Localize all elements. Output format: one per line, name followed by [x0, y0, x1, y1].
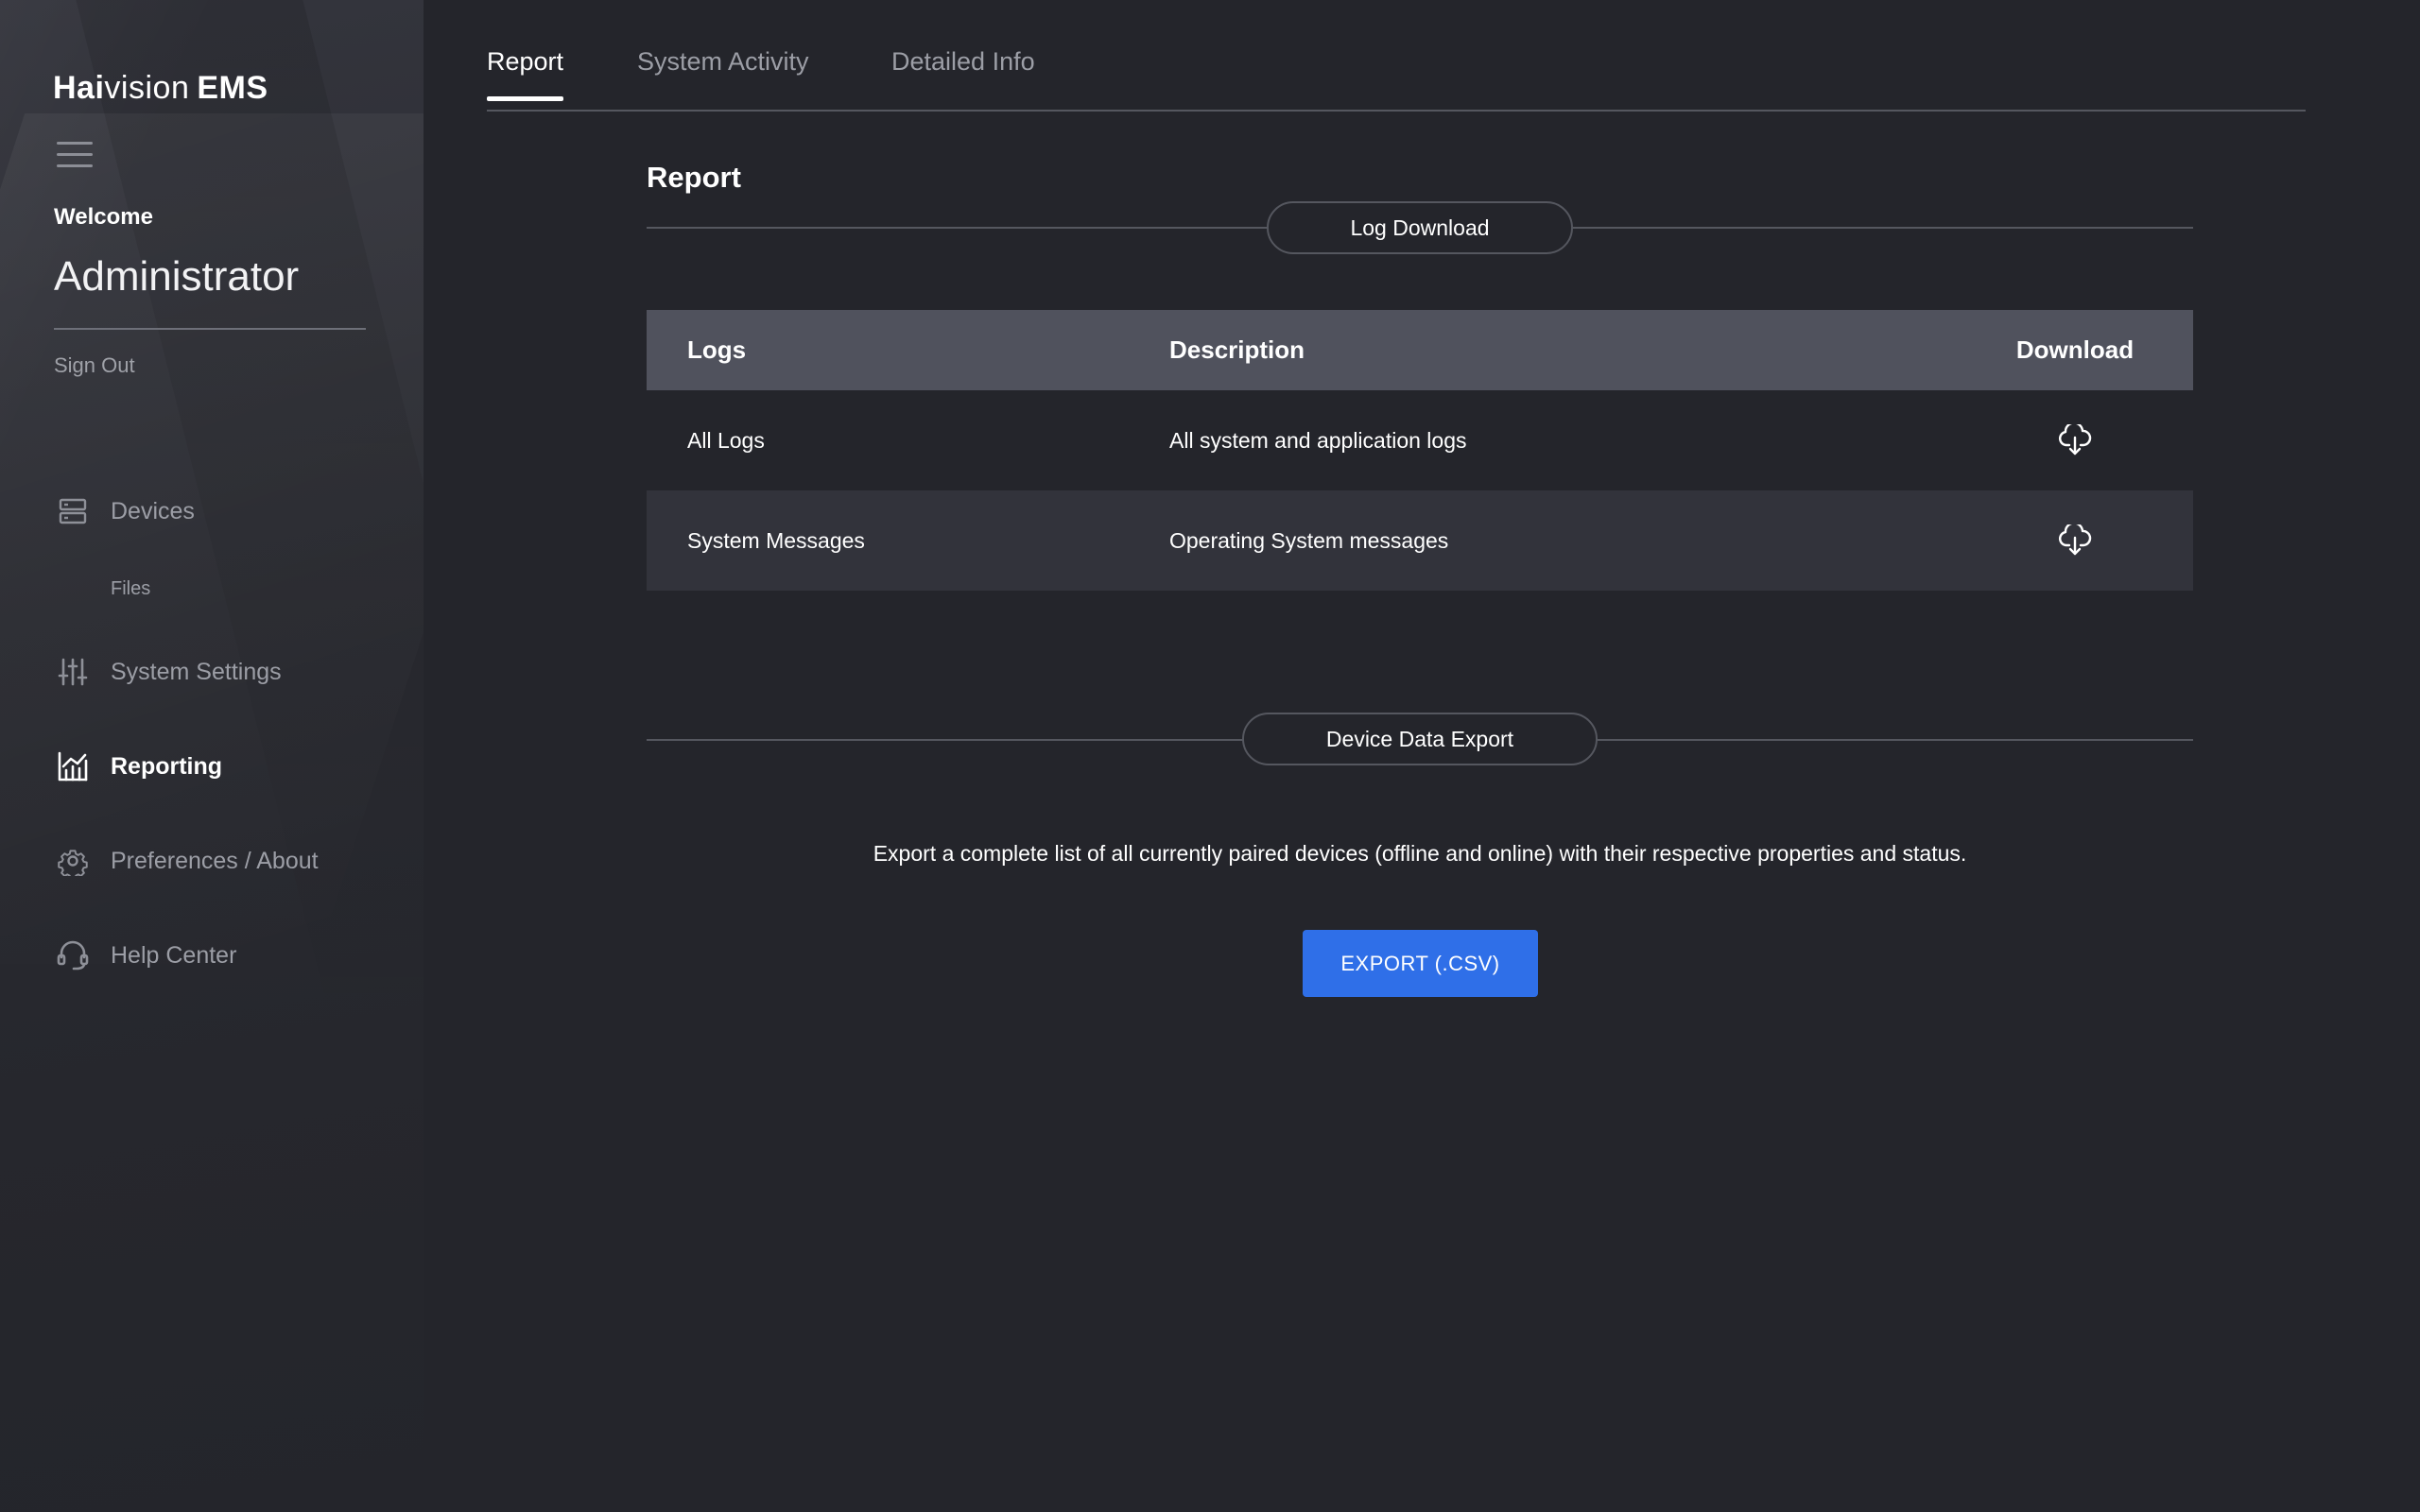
log-description: Operating System messages	[1169, 527, 1449, 553]
sidebar-item-label: Reporting	[111, 752, 223, 780]
hamburger-menu-icon[interactable]	[57, 142, 93, 170]
tab-report[interactable]: Report	[487, 47, 564, 101]
table-row: System Messages Operating System message…	[647, 490, 2193, 591]
log-name: System Messages	[687, 527, 865, 553]
column-header-description: Description	[1169, 335, 1305, 364]
tab-divider	[487, 110, 2306, 112]
welcome-label: Welcome	[54, 204, 153, 230]
sliders-icon	[57, 656, 89, 688]
device-data-export-section-label: Device Data Export	[1242, 713, 1598, 765]
tab-system-activity[interactable]: System Activity	[637, 47, 809, 101]
logo-ems: EMS	[197, 70, 268, 106]
user-divider	[54, 328, 366, 330]
page-title: Report	[647, 161, 741, 194]
sidebar-item-system-settings[interactable]: System Settings	[57, 656, 282, 688]
sidebar-item-label: System Settings	[111, 658, 282, 685]
sidebar-item-files[interactable]: Files	[111, 578, 150, 600]
cloud-download-icon[interactable]	[2056, 522, 2094, 559]
table-header: Logs Description Download	[647, 310, 2193, 390]
log-description: All system and application logs	[1169, 427, 1467, 453]
tab-bar: Report System Activity Detailed Info	[487, 0, 2306, 112]
sidebar: Haivision EMS Welcome Administrator Sign …	[0, 0, 424, 1512]
headset-icon	[57, 939, 89, 971]
sidebar-item-label: Devices	[111, 497, 195, 524]
column-header-download: Download	[2015, 335, 2135, 364]
logo-hai: Hai	[53, 70, 105, 106]
devices-icon	[57, 495, 89, 527]
cloud-download-icon[interactable]	[2056, 421, 2094, 459]
sidebar-item-reporting[interactable]: Reporting	[57, 750, 222, 782]
tab-detailed-info[interactable]: Detailed Info	[891, 47, 1035, 101]
column-header-logs: Logs	[687, 335, 747, 364]
gear-icon	[57, 845, 89, 877]
user-name: Administrator	[54, 253, 300, 300]
log-name: All Logs	[687, 427, 765, 453]
sidebar-item-preferences[interactable]: Preferences / About	[57, 845, 319, 877]
sign-out-link[interactable]: Sign Out	[54, 353, 135, 378]
sidebar-item-devices[interactable]: Devices	[57, 495, 195, 527]
sidebar-item-label: Preferences / About	[111, 847, 319, 874]
export-csv-button[interactable]: EXPORT (.CSV)	[1303, 930, 1538, 997]
app-logo: Haivision EMS	[53, 70, 268, 107]
log-download-section-label: Log Download	[1267, 201, 1573, 254]
table-row: All Logs All system and application logs	[647, 390, 2193, 490]
export-description: Export a complete list of all currently …	[873, 841, 1967, 866]
logs-table: Logs Description Download All Logs All s…	[647, 310, 2193, 591]
logo-vision: vision	[104, 70, 190, 106]
chart-icon	[57, 750, 89, 782]
sidebar-item-help-center[interactable]: Help Center	[57, 939, 236, 971]
sidebar-item-label: Help Center	[111, 941, 237, 969]
